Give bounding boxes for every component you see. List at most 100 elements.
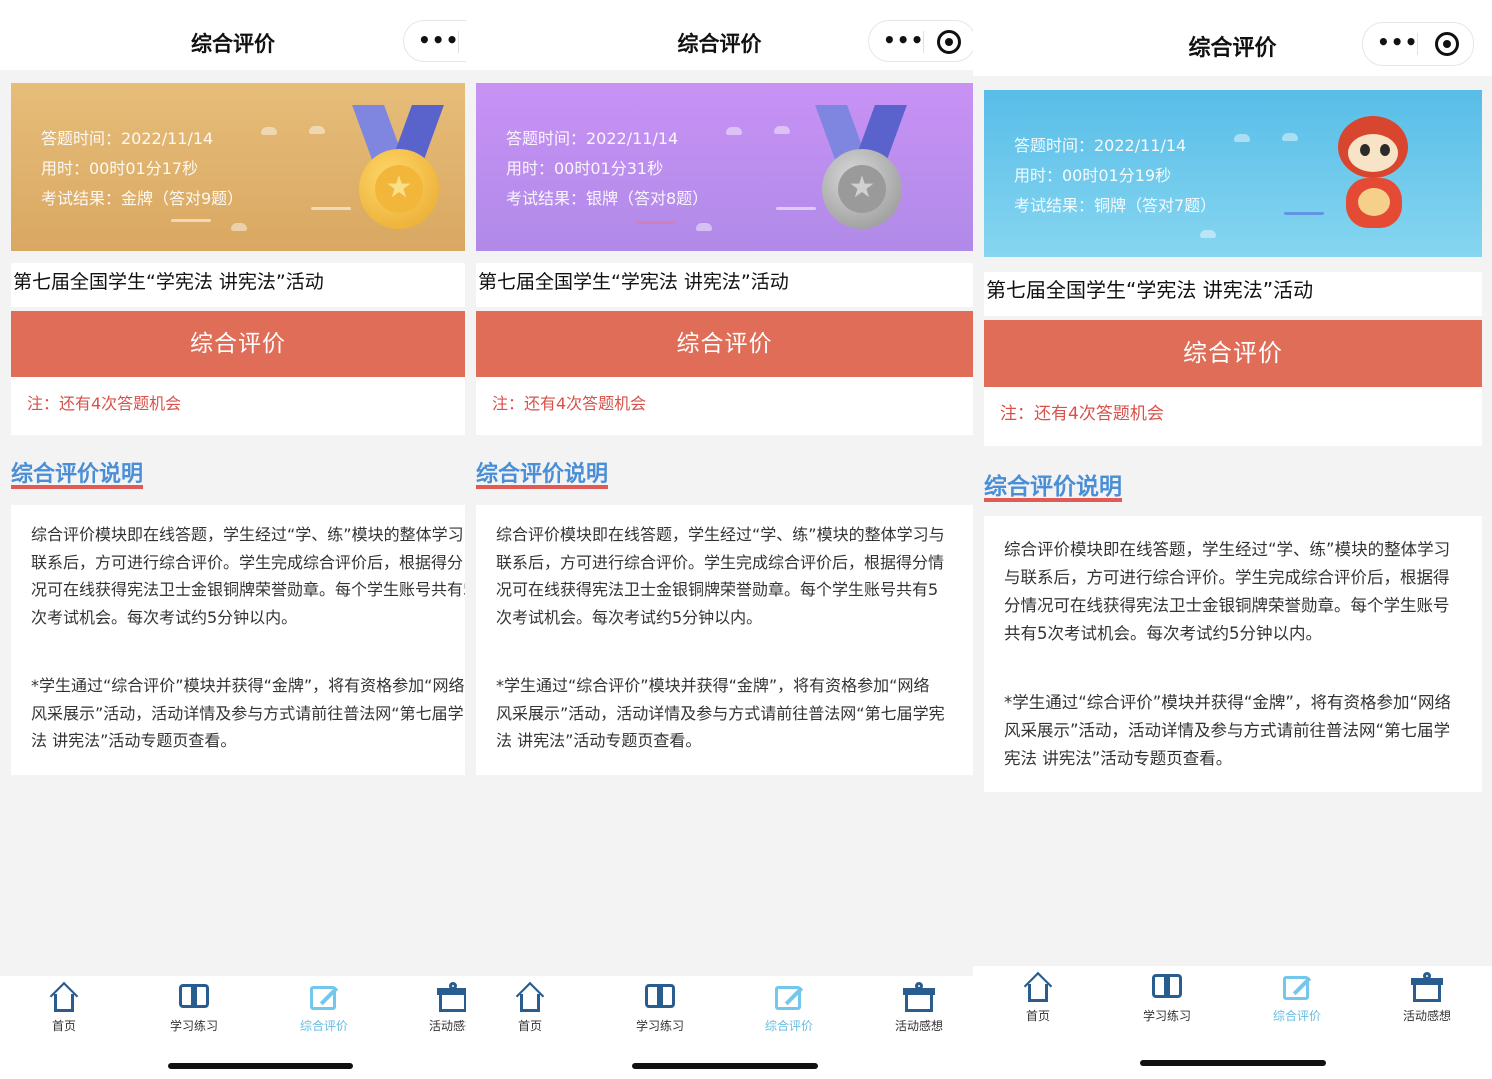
tab-label: 学习练习 — [1142, 1009, 1191, 1023]
capsule-close-icon[interactable] — [1435, 32, 1459, 56]
book-icon — [178, 982, 210, 1012]
description-line: *学生通过“综合评价”模块并获得“金牌”，将有资格参加“网络 — [496, 676, 930, 695]
mini-program-capsule: ••• — [403, 20, 466, 62]
tab-label: 活动感想 — [1402, 1009, 1451, 1023]
duration: 用时：00时01分19秒 — [1014, 166, 1172, 185]
evaluate-button[interactable]: 综合评价 — [984, 320, 1482, 387]
capsule-divider — [923, 31, 924, 53]
answer-time: 答题时间：2022/11/14 — [1014, 136, 1187, 155]
description-line: 与联系后，方可进行综合评价。学生完成综合评价后，根据得 — [1004, 568, 1450, 587]
more-dots-icon[interactable]: ••• — [1377, 31, 1418, 53]
tab-study[interactable]: 学习练习 — [1127, 972, 1207, 1024]
description-line: *学生通过“综合评价”模块并获得“金牌”，将有资格参加“网络 — [1004, 693, 1451, 712]
tab-label: 综合评价 — [299, 1019, 348, 1033]
description-line: 共有5次考试机会。每次考试约5分钟以内。 — [1004, 624, 1322, 643]
section-title: 综合评价说明 — [984, 474, 1122, 500]
capsule-divider — [1417, 33, 1418, 55]
home-indicator[interactable] — [168, 1063, 353, 1069]
edit-icon — [773, 982, 805, 1012]
result-banner: 答题时间：2022/11/14 用时：00时01分19秒 考试结果：铜牌（答对7… — [984, 90, 1482, 257]
cloud-decoration — [774, 126, 790, 134]
description-line: 综合评价模块即在线答题，学生经过“学、练”模块的整体学习与 — [496, 525, 945, 544]
description-card: 综合评价模块即在线答题，学生经过“学、练”模块的整体学习 联系后，方可进行综合评… — [11, 505, 465, 775]
streak-decoration — [1284, 212, 1324, 215]
tab-study[interactable]: 学习练习 — [154, 982, 234, 1034]
description-line: 分情况可在线获得宪法卫士金银铜牌荣誉勋章。每个学生账号 — [1004, 596, 1450, 615]
gift-icon — [437, 982, 466, 1012]
description-line: 法 讲宪法”活动专题页查看。 — [31, 731, 237, 750]
description-line: 况可在线获得宪法卫士金银铜牌荣誉勋章。每个学生账号共有5 — [31, 580, 465, 599]
tab-reflection[interactable]: 活动感想 — [1387, 972, 1467, 1024]
description-line: 风采展示”活动，活动详情及参与方式请前往普法网“第七届学宪 — [496, 703, 945, 723]
activity-title: 第七届全国学生“学宪法 讲宪法”活动 — [11, 263, 465, 307]
more-dots-icon[interactable]: ••• — [883, 29, 924, 51]
home-indicator[interactable] — [632, 1063, 818, 1069]
screen-silver: 综合评价 ••• 答题时间：2022/11/14 用时：00时01分31秒 考试… — [466, 0, 973, 1079]
cloud-decoration — [726, 127, 742, 135]
activity-title: 第七届全国学生“学宪法 讲宪法”活动 — [984, 272, 1482, 316]
mini-program-capsule: ••• — [1362, 22, 1474, 66]
attempts-note: 注：还有4次答题机会 — [11, 377, 465, 435]
tab-reflection[interactable]: 活动感想 — [879, 982, 959, 1034]
tab-bar: 首页 学习练习 综合评价 活动感想 — [0, 976, 466, 1079]
home-icon — [48, 981, 80, 1012]
tab-evaluate[interactable]: 综合评价 — [284, 982, 364, 1034]
tab-label: 活动感想 — [428, 1019, 466, 1033]
cloud-decoration — [261, 127, 277, 135]
description-line: 联系后，方可进行综合评价。学生完成综合评价后，根据得分情 — [496, 552, 945, 572]
cloud-decoration — [1200, 230, 1216, 238]
capsule-close-icon[interactable] — [937, 30, 961, 54]
mini-program-capsule: ••• — [868, 20, 973, 62]
cloud-decoration — [231, 223, 247, 231]
nav-bar: 综合评价 ••• — [466, 0, 973, 70]
home-indicator[interactable] — [1140, 1060, 1326, 1066]
streak-decoration — [171, 219, 211, 222]
tab-label: 首页 — [51, 1019, 76, 1033]
edit-icon — [308, 982, 340, 1012]
gold-medal-icon: ★ — [352, 105, 444, 235]
tab-label: 综合评价 — [1272, 1009, 1321, 1023]
mascot-icon — [1324, 108, 1424, 248]
duration: 用时：00时01分31秒 — [506, 159, 664, 178]
result-banner: 答题时间：2022/11/14 用时：00时01分31秒 考试结果：银牌（答对8… — [476, 83, 973, 251]
description-line: 综合评价模块即在线答题，学生经过“学、练”模块的整体学习 — [1004, 540, 1451, 559]
description-line: 法 讲宪法”活动专题页查看。 — [496, 731, 702, 750]
tab-label: 综合评价 — [764, 1019, 813, 1033]
result-banner: 答题时间：2022/11/14 用时：00时01分17秒 考试结果：金牌（答对9… — [11, 83, 465, 251]
tab-home[interactable]: 首页 — [490, 981, 570, 1034]
description-card: 综合评价模块即在线答题，学生经过“学、练”模块的整体学习与 联系后，方可进行综合… — [476, 505, 973, 775]
attempts-note: 注：还有4次答题机会 — [476, 377, 973, 435]
streak-decoration — [776, 207, 816, 210]
tab-bar: 首页 学习练习 综合评价 活动感想 — [466, 976, 973, 1079]
description-line: 综合评价模块即在线答题，学生经过“学、练”模块的整体学习 — [31, 525, 464, 544]
tab-study[interactable]: 学习练习 — [620, 982, 700, 1034]
tab-label: 活动感想 — [894, 1019, 943, 1033]
description-card: 综合评价模块即在线答题，学生经过“学、练”模块的整体学习 与联系后，方可进行综合… — [984, 516, 1482, 792]
evaluate-button[interactable]: 综合评价 — [476, 311, 973, 377]
screen-gold: 综合评价 ••• 答题时间：2022/11/14 用时：00时01分17秒 考试… — [0, 0, 466, 1079]
cloud-decoration — [1234, 134, 1250, 142]
description-line: 风采展示”活动，活动详情及参与方式请前往普法网“第七届学 — [31, 703, 464, 723]
tab-evaluate[interactable]: 综合评价 — [1257, 972, 1337, 1024]
exam-result: 考试结果：银牌（答对8题） — [506, 189, 709, 208]
attempts-note: 注：还有4次答题机会 — [984, 387, 1482, 446]
gift-icon — [1411, 972, 1443, 1002]
tab-home[interactable]: 首页 — [998, 971, 1078, 1024]
cloud-decoration — [1282, 133, 1298, 141]
streak-decoration — [636, 221, 676, 224]
book-icon — [1151, 972, 1183, 1002]
section-title: 综合评价说明 — [476, 462, 609, 487]
tab-home[interactable]: 首页 — [24, 981, 104, 1034]
home-icon — [1022, 971, 1054, 1002]
description-line: 联系后，方可进行综合评价。学生完成综合评价后，根据得分 — [31, 552, 464, 572]
more-dots-icon[interactable]: ••• — [418, 29, 459, 51]
streak-decoration — [311, 207, 351, 210]
tab-reflection[interactable]: 活动感想 — [413, 982, 466, 1034]
tab-evaluate[interactable]: 综合评价 — [749, 982, 829, 1034]
description-line: 次考试机会。每次考试约5分钟以内。 — [31, 607, 298, 627]
cloud-decoration — [309, 126, 325, 134]
evaluate-button[interactable]: 综合评价 — [11, 311, 465, 377]
description-line: 况可在线获得宪法卫士金银铜牌荣誉勋章。每个学生账号共有5 — [496, 580, 939, 599]
tab-label: 学习练习 — [169, 1019, 218, 1033]
answer-time: 答题时间：2022/11/14 — [41, 129, 214, 148]
